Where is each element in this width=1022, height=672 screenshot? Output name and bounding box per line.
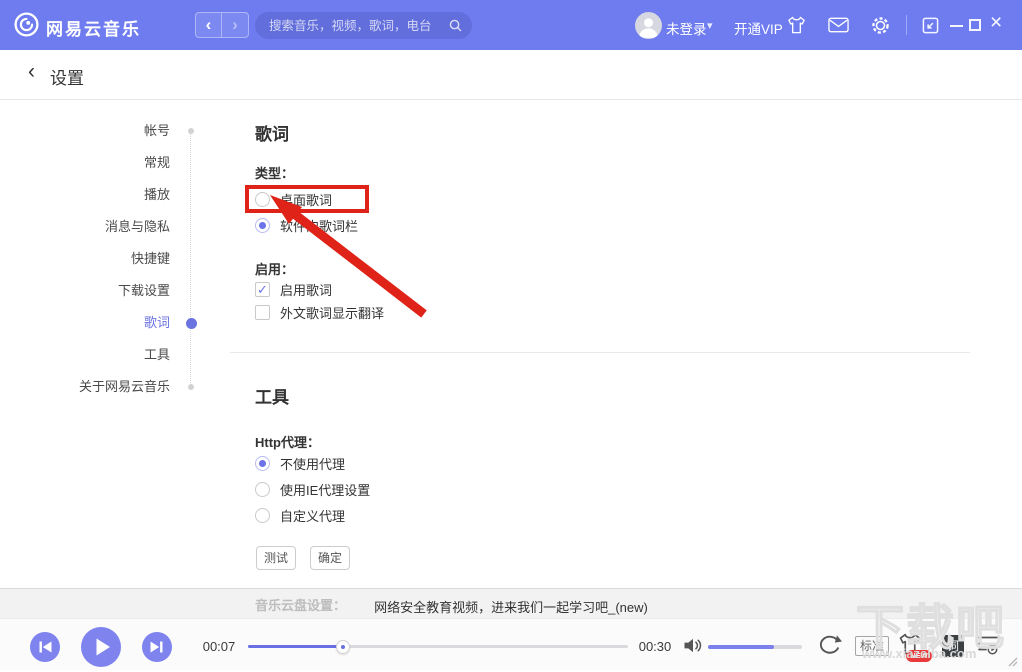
page-title: 设置 xyxy=(50,64,84,89)
sidebar-item-tools[interactable]: 工具 xyxy=(0,339,170,371)
sidebar-item-account[interactable]: 帐号 xyxy=(0,115,170,147)
speaker-icon[interactable] xyxy=(682,637,704,659)
now-playing-band: 音乐云盘设置： 网络安全教育视频，进来我们一起学习吧_(new) xyxy=(0,588,1022,618)
track-dot-top xyxy=(188,128,194,134)
tools-section-title: 工具 xyxy=(255,383,289,408)
progress-thumb[interactable] xyxy=(336,640,350,654)
login-status[interactable]: 未登录 xyxy=(666,18,707,38)
vip-link[interactable]: 开通VIP xyxy=(734,18,783,38)
page-header: ‹ 设置 xyxy=(0,50,1022,100)
sidebar-item-shortcuts[interactable]: 快捷键 xyxy=(0,243,170,275)
checkbox-checked-icon[interactable]: ✓ xyxy=(255,282,270,297)
volume-slider[interactable] xyxy=(708,645,802,649)
play-icon xyxy=(81,627,121,667)
sidebar-item-general[interactable]: 常规 xyxy=(0,147,170,179)
checkbox-enable-lyrics[interactable]: ✓ 启用歌词 xyxy=(255,279,332,299)
previous-icon xyxy=(30,632,60,662)
radio-circle-icon[interactable] xyxy=(255,192,270,207)
checkbox-label: 启用歌词 xyxy=(280,280,332,299)
resize-handle[interactable] xyxy=(1006,654,1018,672)
radio-custom-proxy[interactable]: 自定义代理 xyxy=(255,505,345,525)
app-logo-icon xyxy=(13,11,40,43)
minimize-button[interactable] xyxy=(950,25,963,27)
http-proxy-label: Http代理： xyxy=(255,432,320,451)
sidebar-item-playback[interactable]: 播放 xyxy=(0,179,170,211)
song-title: 网络安全教育视频，进来我们一起学习吧_(new) xyxy=(0,597,1022,616)
test-button[interactable]: 测试 xyxy=(256,546,296,570)
new-badge: NEW xyxy=(906,650,932,662)
confirm-button[interactable]: 确定 xyxy=(310,546,350,570)
playlist-icon[interactable] xyxy=(976,634,1000,661)
progress-bar[interactable] xyxy=(248,645,628,648)
radio-circle-selected-icon[interactable] xyxy=(255,218,270,233)
track-dot-active xyxy=(186,318,197,329)
back-chevron-icon: ‹ xyxy=(206,15,212,34)
sidebar-item-about[interactable]: 关于网易云音乐 xyxy=(0,371,170,403)
titlebar-separator xyxy=(906,15,907,35)
forward-chevron-icon: › xyxy=(232,15,238,34)
volume-fill xyxy=(708,645,774,649)
sidebar-item-download[interactable]: 下载设置 xyxy=(0,275,170,307)
theme-shirt-icon[interactable] xyxy=(786,15,807,40)
radio-ie-proxy[interactable]: 使用IE代理设置 xyxy=(255,479,370,499)
total-time: 00:30 xyxy=(632,639,678,654)
chevron-down-icon[interactable]: ▾ xyxy=(707,19,713,32)
nav-buttons: ‹ › xyxy=(195,12,249,38)
current-time: 00:07 xyxy=(196,639,242,654)
nav-back-button[interactable]: ‹ xyxy=(195,12,222,38)
radio-label: 不使用代理 xyxy=(280,454,345,473)
search-icon[interactable] xyxy=(448,18,463,38)
radio-circle-icon[interactable] xyxy=(255,508,270,523)
mail-icon[interactable] xyxy=(828,17,849,38)
sidebar-item-privacy[interactable]: 消息与隐私 xyxy=(0,211,170,243)
radio-label: 自定义代理 xyxy=(280,506,345,525)
nav-forward-button[interactable]: › xyxy=(222,12,249,38)
next-icon xyxy=(142,632,172,662)
gear-icon[interactable] xyxy=(870,15,891,41)
lyrics-enable-label: 启用： xyxy=(255,259,294,278)
track-dot-bottom xyxy=(188,384,194,390)
user-icon xyxy=(635,12,662,39)
radio-circle-icon[interactable] xyxy=(255,482,270,497)
desktop-lyrics-toggle[interactable]: 词 xyxy=(942,635,964,657)
radio-label: 软件内歌词栏 xyxy=(280,216,358,235)
titlebar: 网易云音乐 ‹ › 未登录 ▾ 开通VIP × xyxy=(0,0,1022,50)
checkbox-unchecked-icon[interactable] xyxy=(255,305,270,320)
section-divider xyxy=(230,352,970,353)
sidebar-dot-track xyxy=(190,131,191,387)
quality-button[interactable]: 标准 xyxy=(855,636,889,656)
radio-label: 桌面歌词 xyxy=(280,190,332,209)
avatar[interactable] xyxy=(635,12,662,39)
lyrics-section-title: 歌词 xyxy=(255,120,289,145)
radio-circle-selected-icon[interactable] xyxy=(255,456,270,471)
lyrics-type-label: 类型： xyxy=(255,163,294,182)
next-track-button[interactable] xyxy=(142,632,172,662)
radio-desktop-lyrics[interactable]: 桌面歌词 xyxy=(255,189,332,209)
radio-no-proxy[interactable]: 不使用代理 xyxy=(255,453,345,473)
play-button[interactable] xyxy=(81,627,121,667)
repeat-icon[interactable] xyxy=(816,634,843,662)
settings-sidebar: 帐号 常规 播放 消息与隐私 快捷键 下载设置 歌词 工具 关于网易云音乐 xyxy=(0,115,170,403)
radio-label: 使用IE代理设置 xyxy=(280,480,370,499)
mini-mode-icon[interactable] xyxy=(922,17,939,39)
search-box xyxy=(255,12,472,39)
previous-track-button[interactable] xyxy=(30,632,60,662)
checkbox-translate-lyrics[interactable]: 外文歌词显示翻译 xyxy=(255,302,384,322)
app-name: 网易云音乐 xyxy=(46,15,141,40)
player-bar: 00:07 00:30 标准 NEW 词 xyxy=(0,618,1022,670)
search-input[interactable] xyxy=(269,12,439,39)
radio-in-app-lyrics[interactable]: 软件内歌词栏 xyxy=(255,215,358,235)
progress-fill xyxy=(248,645,343,648)
maximize-button[interactable] xyxy=(969,19,981,31)
settings-back-icon[interactable]: ‹ xyxy=(28,60,35,84)
sidebar-item-lyrics[interactable]: 歌词 xyxy=(0,307,170,339)
close-button[interactable]: × xyxy=(990,11,1002,35)
checkbox-label: 外文歌词显示翻译 xyxy=(280,303,384,322)
